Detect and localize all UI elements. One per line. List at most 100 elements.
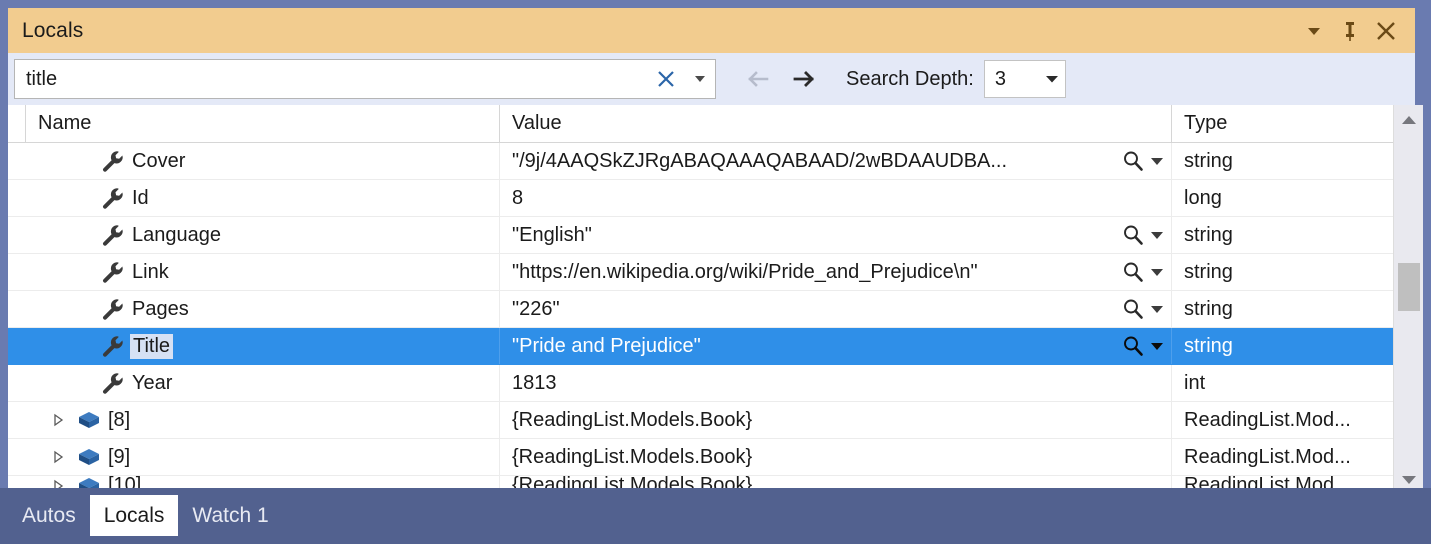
table-row[interactable]: Title "Pride and Prejudice" string xyxy=(8,328,1415,365)
row-gutter xyxy=(8,217,26,253)
variable-name: Cover xyxy=(132,149,186,172)
variable-value: "/9j/4AAQSkZJRgABAQAAAQABAAD/2wBDAAUDBA.… xyxy=(512,149,1008,172)
visualizer-dropdown-button[interactable] xyxy=(1147,303,1165,315)
text-visualizer-button[interactable] xyxy=(1121,223,1145,247)
table-row[interactable]: Year 1813 int xyxy=(8,365,1415,402)
cell-name[interactable]: Year xyxy=(26,365,500,401)
row-expander[interactable] xyxy=(44,413,72,427)
table-row[interactable]: Cover "/9j/4AAQSkZJRgABAQAAAQABAAD/2wBDAA… xyxy=(8,143,1415,180)
search-previous-button[interactable] xyxy=(740,64,770,94)
row-expander[interactable] xyxy=(44,450,72,464)
cell-value[interactable]: {ReadingList.Models.Book} xyxy=(500,402,1172,438)
text-visualizer-button[interactable] xyxy=(1121,297,1145,321)
variable-value: "English" xyxy=(512,223,592,246)
magnifier-icon xyxy=(1124,299,1143,319)
cell-value[interactable]: 1813 xyxy=(500,365,1172,401)
table-row[interactable]: Pages "226" string xyxy=(8,291,1415,328)
text-visualizer-button[interactable] xyxy=(1121,149,1145,173)
table-row[interactable]: Id 8 long xyxy=(8,180,1415,217)
title-bar-buttons xyxy=(1297,12,1415,50)
visualizer-dropdown-button[interactable] xyxy=(1147,340,1165,352)
chevron-down-icon xyxy=(1151,232,1163,239)
cell-value[interactable]: "https://en.wikipedia.org/wiki/Pride_and… xyxy=(500,254,1172,290)
table-row[interactable]: Link "https://en.wikipedia.org/wiki/Pride… xyxy=(8,254,1415,291)
cell-type: string xyxy=(1184,297,1233,320)
text-visualizer-button[interactable] xyxy=(1121,260,1145,284)
cell-type: int xyxy=(1184,371,1206,394)
variable-value: "226" xyxy=(512,297,560,320)
variable-name: [9] xyxy=(108,445,131,468)
magnifier-icon xyxy=(1124,336,1143,356)
cell-name[interactable]: Language xyxy=(26,217,500,253)
wrench-icon xyxy=(103,299,123,320)
cell-name[interactable]: Link xyxy=(26,254,500,290)
table-row[interactable]: Language "English" string xyxy=(8,217,1415,254)
chevron-down-icon xyxy=(1308,27,1320,35)
tab-locals[interactable]: Locals xyxy=(89,495,179,536)
close-icon xyxy=(1377,21,1395,40)
cell-value[interactable]: "/9j/4AAQSkZJRgABAQAAAQABAAD/2wBDAAUDBA.… xyxy=(500,143,1172,179)
cell-name[interactable]: Title xyxy=(26,328,500,364)
tab-autos[interactable]: Autos xyxy=(8,495,90,536)
cell-name[interactable]: Pages xyxy=(26,291,500,327)
search-depth-caret[interactable] xyxy=(1039,74,1065,84)
window-pin-button[interactable] xyxy=(1333,12,1367,50)
variable-value: {ReadingList.Models.Book} xyxy=(512,445,753,468)
cube-icon xyxy=(72,446,106,468)
scrollbar-thumb[interactable] xyxy=(1398,263,1420,311)
table-row[interactable]: [9] {ReadingList.Models.Book} ReadingList.… xyxy=(8,439,1415,476)
search-navigation xyxy=(740,64,822,94)
debugger-tab-bar: Autos Locals Watch 1 xyxy=(0,488,1431,544)
search-toolbar: Search Depth: 3 xyxy=(8,53,1415,105)
cell-type: ReadingList.Mod... xyxy=(1184,445,1351,468)
arrow-left-icon xyxy=(748,71,769,87)
triangle-down-icon xyxy=(1402,476,1416,484)
search-options-dropdown[interactable] xyxy=(685,60,715,98)
scroll-up-button[interactable] xyxy=(1394,105,1424,135)
search-next-button[interactable] xyxy=(792,64,822,94)
search-input[interactable] xyxy=(15,60,647,98)
cell-name[interactable]: Id xyxy=(26,180,500,216)
cell-name[interactable]: Cover xyxy=(26,143,500,179)
row-gutter xyxy=(8,328,26,364)
magnifier-icon xyxy=(1124,262,1143,282)
cell-value[interactable]: "English" xyxy=(500,217,1172,253)
cell-value[interactable]: "Pride and Prejudice" xyxy=(500,328,1172,364)
visualizer-dropdown-button[interactable] xyxy=(1147,266,1165,278)
wrench-icon xyxy=(96,149,130,173)
chevron-down-icon xyxy=(1151,158,1163,165)
column-header-type[interactable]: Type xyxy=(1172,105,1410,142)
vertical-scrollbar[interactable] xyxy=(1393,105,1423,495)
search-clear-button[interactable] xyxy=(647,60,685,98)
variable-value: 1813 xyxy=(512,371,557,394)
search-depth-combobox[interactable]: 3 xyxy=(983,60,1066,98)
wrench-icon xyxy=(96,297,130,321)
window-close-button[interactable] xyxy=(1369,12,1403,50)
text-visualizer-button[interactable] xyxy=(1121,334,1145,358)
cell-name[interactable]: [9] xyxy=(26,439,500,475)
column-header-value[interactable]: Value xyxy=(500,105,1172,142)
visualizer-dropdown-button[interactable] xyxy=(1147,155,1165,167)
cell-value[interactable]: {ReadingList.Models.Book} xyxy=(500,439,1172,475)
table-row[interactable]: [8] {ReadingList.Models.Book} ReadingList.… xyxy=(8,402,1415,439)
wrench-icon xyxy=(96,371,130,395)
cell-name[interactable]: [8] xyxy=(26,402,500,438)
wrench-icon xyxy=(103,151,123,172)
wrench-icon xyxy=(103,188,123,209)
variable-name: Title xyxy=(130,333,174,359)
wrench-icon xyxy=(96,186,130,210)
value-visualizer-tools xyxy=(1121,260,1171,284)
search-box[interactable] xyxy=(14,59,716,99)
value-visualizer-tools xyxy=(1121,223,1171,247)
visualizer-dropdown-button[interactable] xyxy=(1147,229,1165,241)
window-dropdown-button[interactable] xyxy=(1297,12,1331,50)
variable-value: 8 xyxy=(512,186,524,209)
tab-watch-1[interactable]: Watch 1 xyxy=(178,495,282,536)
row-gutter xyxy=(8,439,26,475)
cell-value[interactable]: "226" xyxy=(500,291,1172,327)
grid-header-gutter xyxy=(8,105,26,142)
variable-name: Language xyxy=(132,223,221,246)
title-bar: Locals xyxy=(8,8,1415,53)
cell-value[interactable]: 8 xyxy=(500,180,1172,216)
column-header-name[interactable]: Name xyxy=(26,105,500,142)
